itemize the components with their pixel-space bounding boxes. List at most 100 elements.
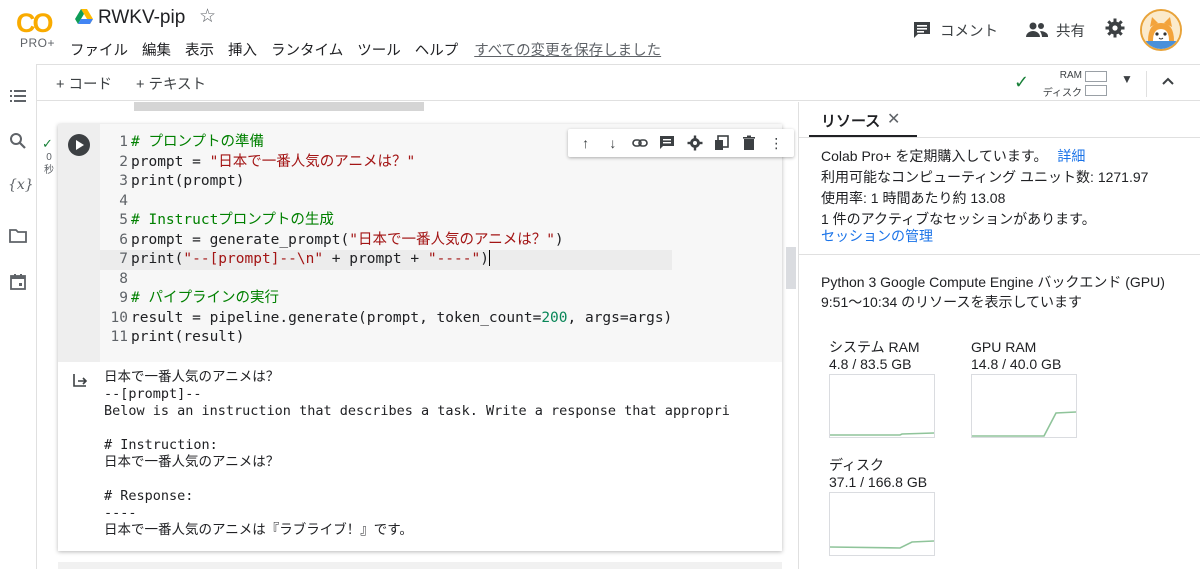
mirror-cell-icon[interactable] [714,135,730,151]
run-cell-button[interactable] [68,134,90,156]
google-drive-icon[interactable] [75,9,93,25]
code-token: "----" [427,251,481,267]
gpu-ram-usage-line [972,411,1076,437]
move-down-arrow-icon[interactable]: ↓ [605,135,621,151]
code-token: , args=args) [567,309,673,326]
disk-usage-line [830,540,934,549]
user-avatar[interactable] [1140,9,1182,51]
code-line[interactable]: 4 [100,192,672,212]
system-ram-usage-line [830,432,934,436]
disk-usage-bar [1085,85,1107,96]
resources-panel: リソース ✕ Colab Pro+ を定期購入しています。 詳細 利用可能なコン… [798,102,1200,569]
panel-header-divider [799,137,1200,138]
comment-icon [914,22,930,38]
delete-trash-icon[interactable] [741,135,757,151]
code-token: "日本で一番人気のアニメは？" [209,153,416,170]
compute-units: 利用可能なコンピューティング ユニット数: 1271.97 [821,169,1149,185]
cell-toolbar: ↑ ↓ ⋮ [568,129,794,157]
line-number: 8 [119,270,128,287]
code-token: "日本で一番人気のアニメは？" [349,231,555,248]
notebook-toolbar: + コード + テキスト ✓ RAM ディスク ▼ [0,64,1200,101]
code-token: prompt = [131,153,210,170]
details-link[interactable]: 詳細 [1057,148,1085,164]
previous-cell-edge [134,102,424,111]
calendar-icon[interactable] [8,272,28,292]
comment-button[interactable]: コメント [912,14,998,46]
tab-resources[interactable]: リソース [821,110,880,131]
code-token: ) [480,251,489,267]
code-line[interactable]: 10 result = pipeline.generate(prompt, tok… [100,309,673,329]
notebook-scrollbar[interactable] [786,247,796,289]
menu-view[interactable]: 表示 [185,39,214,60]
gpu-ram-graph [971,374,1077,438]
line-number: 1 [119,134,128,150]
notebook-title[interactable]: RWKV-pip [98,7,185,29]
table-of-contents-icon[interactable] [8,86,28,106]
code-line[interactable]: 11 print(result) [100,328,672,348]
close-icon[interactable]: ✕ [887,109,900,129]
ram-label: RAM [1059,70,1082,81]
menu-file[interactable]: ファイル [70,39,128,60]
line-number: 7 [119,251,128,267]
people-icon [1026,22,1048,37]
menu-help[interactable]: ヘルプ [415,39,459,60]
code-line[interactable]: 3 print(prompt) [100,172,672,192]
comment-icon[interactable] [659,135,675,151]
output-text: 日本で一番人気のアニメは？ --[prompt]-- Below is an i… [104,369,730,538]
share-button[interactable]: 共有 [1026,14,1085,46]
runtime-dropdown-caret-icon[interactable]: ▼ [1121,72,1133,86]
code-cell[interactable]: 1 # プロンプトの準備 2 prompt = "日本で一番人気のアニメは？" 3 pri… [58,124,794,551]
code-line[interactable]: 8 [100,270,672,290]
code-token: print(prompt) [131,173,245,189]
code-line[interactable]: 5 # Instructプロンプトの生成 [100,211,672,231]
star-icon[interactable]: ☆ [199,5,216,28]
disk-title: ディスク 37.1 / 166.8 GB [829,457,927,491]
ram-usage-bar [1085,71,1107,82]
menu-insert[interactable]: 挿入 [228,39,257,60]
link-icon[interactable] [632,135,648,151]
next-cell-edge [58,562,782,569]
colab-logo[interactable]: CO PRO+ [14,8,60,54]
variables-icon[interactable]: {x} [8,177,34,197]
add-text-button[interactable]: + テキスト [136,73,206,94]
menu-runtime[interactable]: ランタイム [271,39,343,60]
move-up-arrow-icon[interactable]: ↑ [578,135,594,151]
files-folder-icon[interactable] [8,226,28,246]
cell-output: 日本で一番人気のアニメは？ --[prompt]-- Below is an i… [58,362,782,551]
menu-tools[interactable]: ツール [357,39,401,60]
code-lines[interactable]: 1 # プロンプトの準備 2 prompt = "日本で一番人気のアニメは？" 3 pri… [100,133,673,348]
line-number: 11 [110,329,128,345]
share-label: 共有 [1056,23,1085,40]
usage-rate: 使用率: 1 時間あたり約 13.08 [821,190,1006,206]
save-status[interactable]: すべての変更を保存しました [474,39,661,60]
code-editor[interactable]: 1 # プロンプトの準備 2 prompt = "日本で一番人気のアニメは？" 3 pri… [100,124,782,362]
system-ram-title: システム RAM 4.8 / 83.5 GB [829,339,920,373]
settings-gear-icon[interactable] [1105,18,1125,38]
search-icon[interactable] [8,131,28,151]
gpu-ram-title: GPU RAM 14.8 / 40.0 GB [971,339,1061,373]
code-token: result = pipeline.generate(prompt, token… [131,309,542,326]
code-line[interactable]: 6 prompt = generate_prompt("日本で一番人気のアニメは？… [100,231,672,251]
notebook-area: ✓ 0 秒 1 # プロンプトの準備 2 prompt = "日本で一番人気のアニメは… [38,102,798,569]
disk-value: 37.1 / 166.8 GB [829,474,928,490]
line-number: 10 [110,309,128,326]
ram-disk-indicator[interactable]: ✓ RAM ディスク [1012,68,1112,99]
add-code-button[interactable]: + コード [56,73,112,94]
execution-time-unit: 秒 [44,165,54,176]
output-actions-icon[interactable] [72,372,88,388]
code-line[interactable]: 7 print("--[prompt]--\n" + prompt + "----… [100,250,673,270]
line-number: 6 [119,231,128,248]
manage-sessions-link[interactable]: セッションの管理 [821,226,933,246]
menu-edit[interactable]: 編集 [142,39,171,60]
line-number: 4 [119,192,128,209]
code-line[interactable]: 9 # パイプラインの実行 [100,289,672,309]
gpu-ram-value: 14.8 / 40.0 GB [971,356,1062,372]
disk-label: ディスク [829,457,885,473]
more-options-icon[interactable]: ⋮ [768,135,784,151]
execution-time: 0 秒 [43,151,55,177]
cell-settings-gear-icon[interactable] [687,135,703,151]
left-sidebar: {x} [0,64,37,569]
system-ram-value: 4.8 / 83.5 GB [829,356,912,372]
chevron-up-icon[interactable] [1160,73,1176,89]
execution-time-value: 0 [46,152,52,163]
